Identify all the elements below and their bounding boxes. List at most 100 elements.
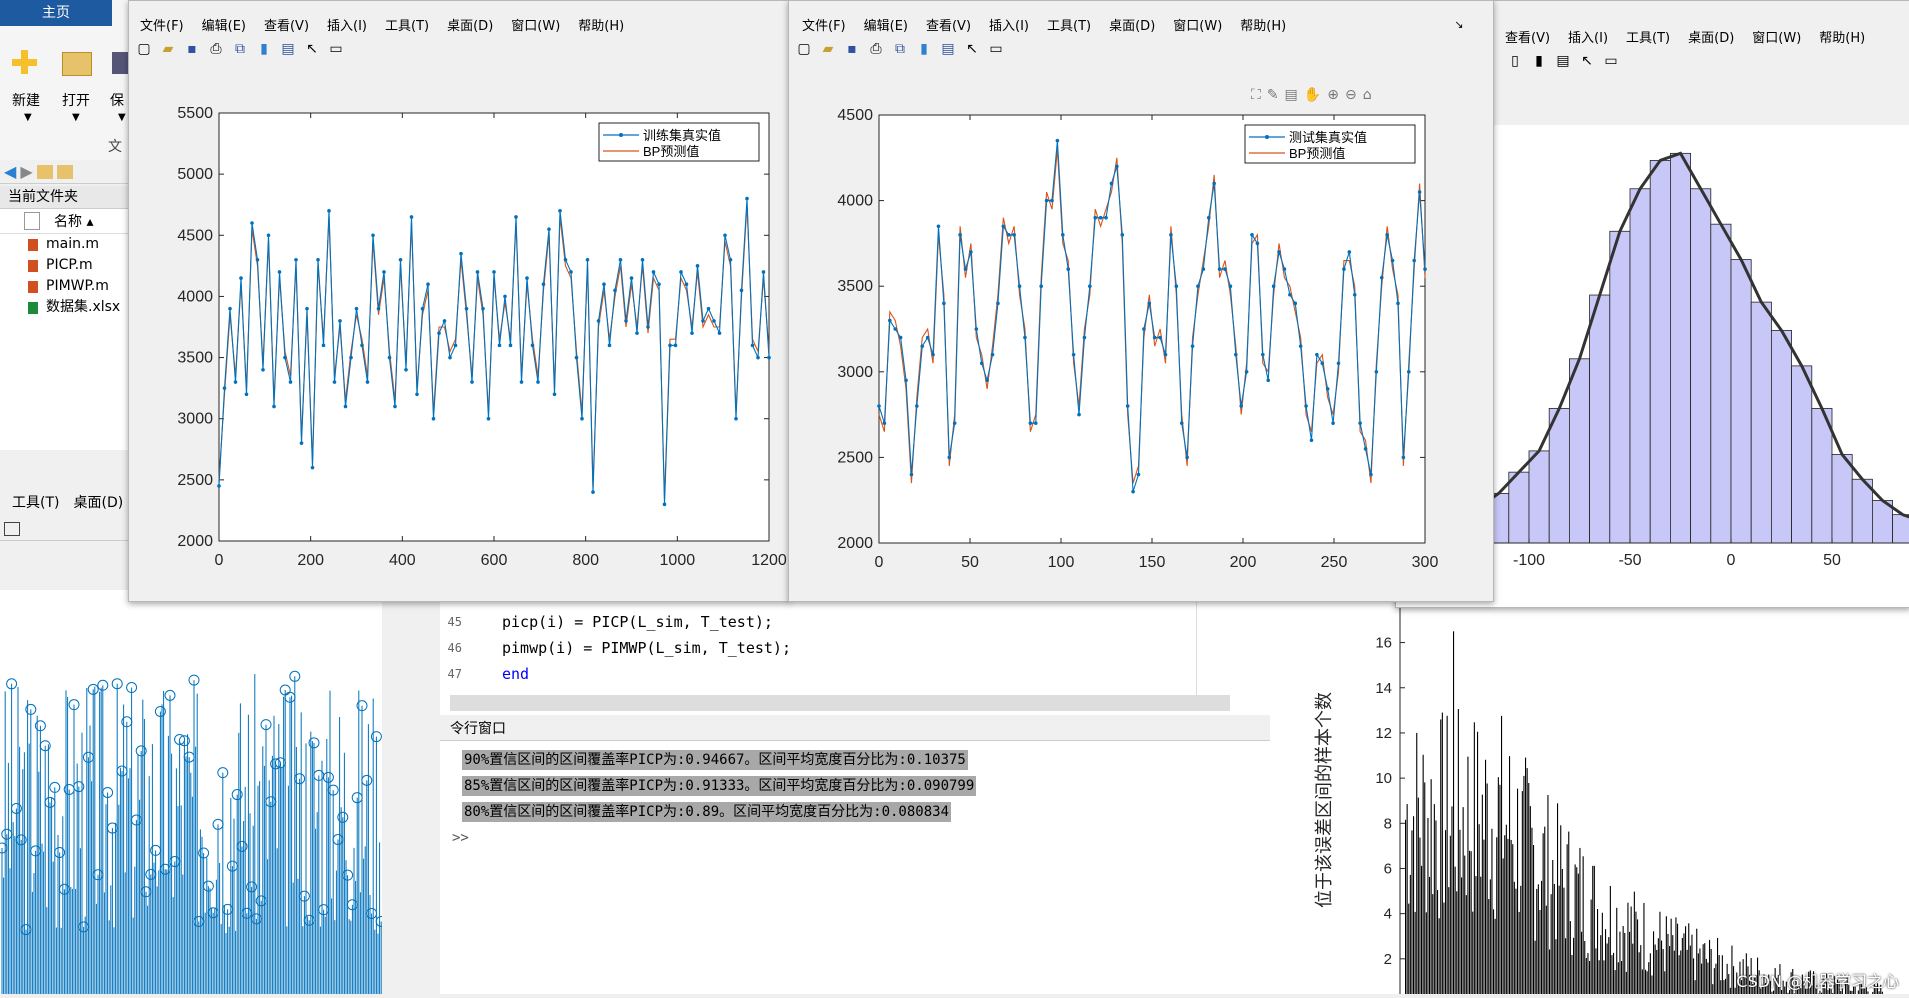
open-file-icon[interactable]: ▰: [159, 40, 177, 58]
horizontal-scrollbar[interactable]: [450, 695, 1230, 711]
data-point: [690, 331, 694, 335]
chevron-down-icon[interactable]: ▼: [118, 112, 126, 123]
histogram-bar: [1415, 912, 1416, 994]
code-line[interactable]: picp(i) = PICP(L_sim, T_test);: [502, 609, 773, 635]
data-point: [448, 356, 452, 360]
list-item[interactable]: PICP.m: [28, 255, 130, 276]
list-item[interactable]: 数据集.xlsx: [28, 297, 130, 318]
histogram-bar: [1578, 874, 1579, 994]
save-button[interactable]: 保: [110, 90, 124, 110]
legend-icon[interactable]: ▤: [1554, 52, 1572, 70]
save-icon[interactable]: ▪: [843, 40, 861, 58]
menu-item[interactable]: 工具(T): [1038, 15, 1100, 34]
new-button[interactable]: 新建: [12, 90, 40, 110]
open-icon[interactable]: [62, 52, 92, 76]
menu-item[interactable]: 编辑(E): [193, 15, 255, 34]
chevron-down-icon[interactable]: ▼: [24, 112, 32, 123]
x-tick-label: 150: [1139, 554, 1166, 571]
data-point: [635, 331, 639, 335]
property-editor-icon[interactable]: ▭: [1602, 52, 1620, 70]
menu-item[interactable]: 窗口(W): [1743, 27, 1810, 46]
histogram-bar: [1419, 838, 1420, 994]
menu-item[interactable]: 文件(F): [793, 15, 855, 34]
histogram-bar: [1539, 910, 1540, 994]
histogram-bar: [1501, 716, 1502, 994]
data-point: [740, 289, 744, 293]
zoom-in-icon[interactable]: ⊕: [1327, 87, 1339, 103]
data-point: [597, 319, 601, 323]
print-icon[interactable]: ⎙: [207, 40, 225, 58]
histogram-bar: [1531, 828, 1532, 994]
histogram-bar: [1575, 864, 1576, 994]
tool-icon[interactable]: ▯: [1506, 52, 1524, 70]
open-button[interactable]: 打开: [62, 90, 90, 110]
new-figure-icon[interactable]: ▢: [795, 40, 813, 58]
zoom-out-icon[interactable]: ⊖: [1345, 87, 1357, 103]
histogram-bar: [1632, 944, 1633, 994]
menu-item[interactable]: 窗口(W): [502, 15, 569, 34]
menu-item[interactable]: 查看(V): [917, 15, 980, 34]
menu-item[interactable]: 桌面(D): [1679, 27, 1743, 46]
browse-icon[interactable]: [57, 165, 73, 179]
pointer-icon[interactable]: ↖: [963, 40, 981, 58]
code-line[interactable]: pimwp(i) = PIMWP(L_sim, T_test);: [502, 635, 791, 661]
data-point: [503, 295, 507, 299]
open-file-icon[interactable]: ▰: [819, 40, 837, 58]
histogram-bar: [1605, 929, 1606, 994]
chevron-down-icon[interactable]: ▼: [72, 112, 80, 123]
name-column-header[interactable]: 名称 ▴: [54, 211, 93, 231]
link-plot-icon[interactable]: ⧉: [891, 40, 909, 58]
home-icon[interactable]: ⌂: [1363, 87, 1372, 103]
new-icon[interactable]: [10, 48, 38, 76]
pointer-icon[interactable]: ↖: [303, 40, 321, 58]
menu-item[interactable]: 桌面(D): [1100, 15, 1164, 34]
list-item[interactable]: main.m: [28, 234, 130, 255]
menu-item[interactable]: 工具(T): [1617, 27, 1679, 46]
forward-icon[interactable]: ▶: [20, 162, 32, 181]
data-point: [256, 258, 260, 262]
datatip-icon[interactable]: ▤: [1285, 87, 1298, 103]
save-icon[interactable]: ▪: [183, 40, 201, 58]
tab-home[interactable]: 主页: [0, 0, 112, 26]
histogram-bar: [1621, 961, 1622, 994]
code-line[interactable]: end: [502, 661, 529, 687]
legend-icon[interactable]: ▤: [279, 40, 297, 58]
property-editor-icon[interactable]: ▭: [327, 40, 345, 58]
data-point: [1320, 361, 1324, 365]
menu-item[interactable]: 查看(V): [1496, 27, 1559, 46]
legend-icon[interactable]: ▤: [939, 40, 957, 58]
data-point: [1250, 233, 1254, 237]
undock-icon[interactable]: ↘: [1445, 18, 1472, 31]
colorbar-icon[interactable]: ▮: [1530, 52, 1548, 70]
menu-item[interactable]: 插入(I): [318, 15, 376, 34]
property-editor-icon[interactable]: [4, 522, 20, 536]
print-icon[interactable]: ⎙: [867, 40, 885, 58]
list-item[interactable]: PIMWP.m: [28, 276, 130, 297]
new-figure-icon[interactable]: ▢: [135, 40, 153, 58]
pan-icon[interactable]: ✋: [1304, 87, 1321, 103]
menu-item[interactable]: 查看(V): [255, 15, 318, 34]
menu-item[interactable]: 工具(T): [376, 15, 438, 34]
menu-item[interactable]: 插入(I): [1559, 27, 1617, 46]
menu-item[interactable]: 工具(T): [0, 492, 59, 512]
colorbar-icon[interactable]: ▮: [915, 40, 933, 58]
menu-item[interactable]: 编辑(E): [855, 15, 917, 34]
link-plot-icon[interactable]: ⧉: [231, 40, 249, 58]
menu-item[interactable]: 帮助(H): [569, 15, 633, 34]
menu-item[interactable]: 插入(I): [980, 15, 1038, 34]
menu-item[interactable]: 桌面(D): [438, 15, 502, 34]
command-prompt[interactable]: >>: [452, 825, 1270, 851]
menu-item[interactable]: 帮助(H): [1231, 15, 1295, 34]
colorbar-icon[interactable]: ▮: [255, 40, 273, 58]
back-icon[interactable]: ◀: [4, 162, 16, 181]
menu-item[interactable]: 帮助(H): [1810, 27, 1874, 46]
data-point: [1218, 267, 1222, 271]
export-icon[interactable]: ⛶: [1251, 87, 1261, 103]
pointer-icon[interactable]: ↖: [1578, 52, 1596, 70]
brush-icon[interactable]: ✎: [1267, 87, 1279, 103]
up-folder-icon[interactable]: [37, 165, 53, 179]
property-editor-icon[interactable]: ▭: [987, 40, 1005, 58]
menu-item[interactable]: 桌面(D): [59, 492, 123, 512]
menu-item[interactable]: 窗口(W): [1164, 15, 1231, 34]
menu-item[interactable]: 文件(F): [131, 15, 193, 34]
